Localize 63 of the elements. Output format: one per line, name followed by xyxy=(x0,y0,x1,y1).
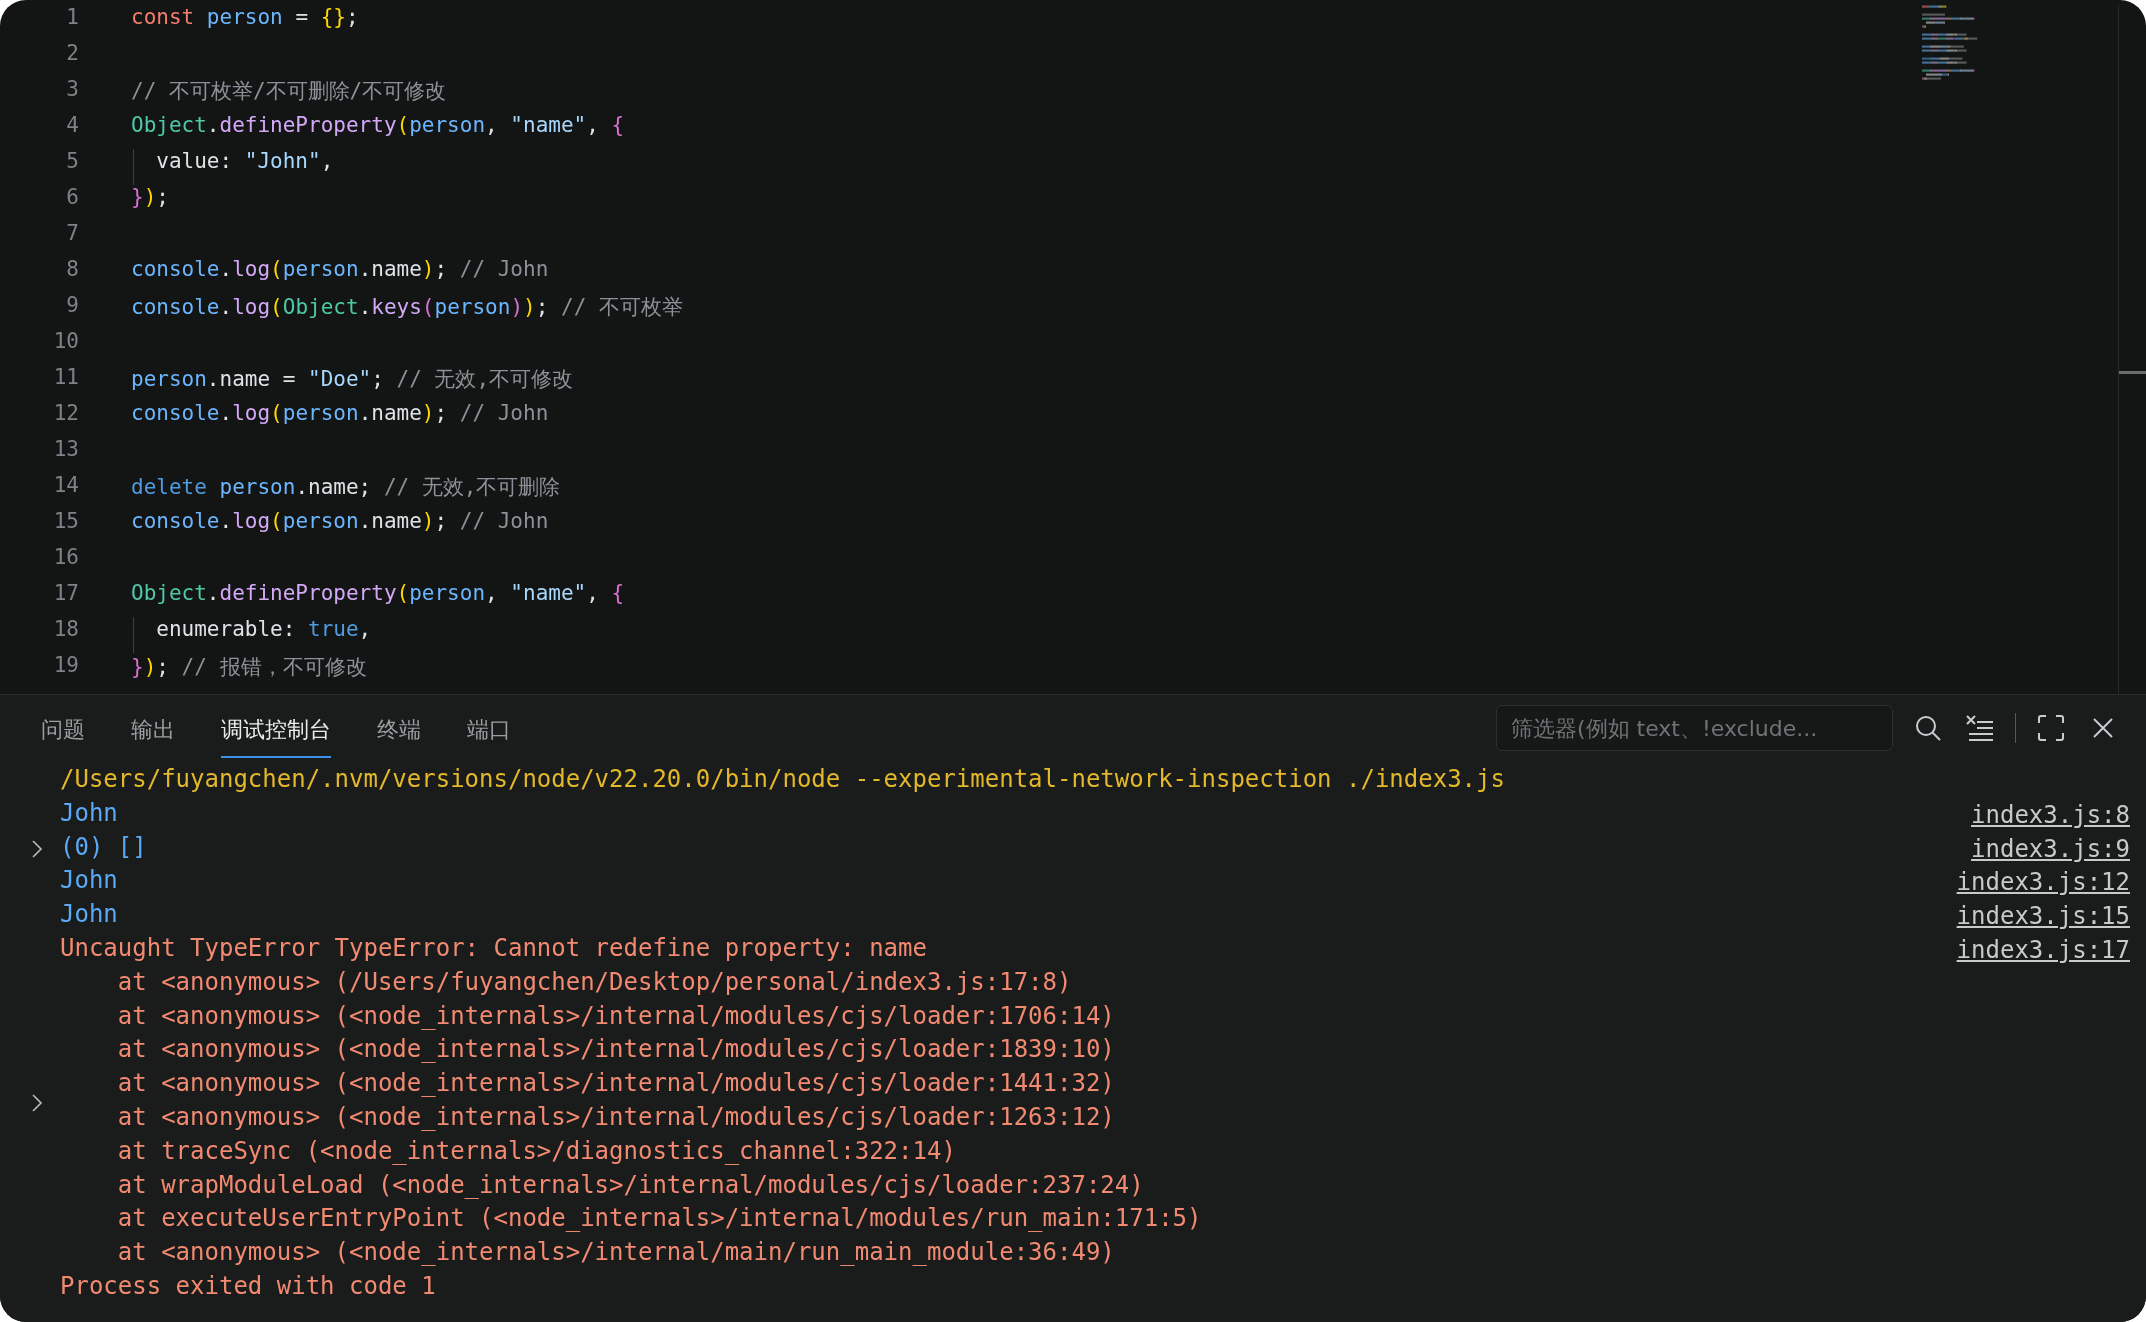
stack-trace-line: at <anonymous> (<node_internals>/internal/modules/cjs/loader:1706:14) xyxy=(116,1001,1116,1032)
code-line: }); xyxy=(131,185,169,211)
code-line: console.log(Object.keys(person)); // 不可枚举 xyxy=(131,294,683,321)
panel-tab[interactable]: 调试控制台 xyxy=(221,704,331,758)
line-number: 19 xyxy=(52,653,79,679)
line-number: 9 xyxy=(65,293,79,319)
code-line: Object.defineProperty(person, "name", { xyxy=(131,581,625,607)
code-line: console.log(person.name); // John xyxy=(131,401,549,427)
log-output: John xyxy=(60,866,118,897)
stack-trace-line: at executeUserEntryPoint (<node_internals>/internal/modules/run_main:171:5) xyxy=(116,1204,1203,1235)
line-number: 12 xyxy=(52,401,79,427)
chevron-icon[interactable] xyxy=(31,839,43,860)
code-line: }); // 报错，不可修改 xyxy=(131,654,367,681)
panel-tab[interactable]: 端口 xyxy=(467,704,511,758)
stack-trace-line: at traceSync (<node_internals>/diagnostics_channel:322:14) xyxy=(116,1136,957,1167)
line-number: 1 xyxy=(65,5,79,31)
stack-trace-line: at <anonymous> (<node_internals>/internal/main/run_main_module:36:49) xyxy=(116,1238,1116,1269)
code-line: // 不可枚举/不可删除/不可修改 xyxy=(131,78,447,105)
panel-tab[interactable]: 问题 xyxy=(41,704,85,758)
code-line: delete person.name; // 无效,不可删除 xyxy=(131,474,561,501)
line-number: 10 xyxy=(52,329,79,355)
line-number: 18 xyxy=(52,617,79,643)
log-output: John xyxy=(60,900,118,931)
exit-message: Process exited with code 1 xyxy=(60,1271,436,1302)
filter-field[interactable]: 筛选器(例如 text、!exclude... xyxy=(1496,705,1893,751)
line-number: 16 xyxy=(52,545,79,571)
log-output: (0) [] xyxy=(60,832,147,863)
stack-trace-line: at <anonymous> (<node_internals>/internal/modules/cjs/loader:1441:32) xyxy=(116,1069,1116,1100)
code-line: const person = {}; xyxy=(131,5,359,31)
line-number: 2 xyxy=(65,41,79,67)
code-line: console.log(person.name); // John xyxy=(131,509,549,535)
stack-trace-line: at <anonymous> (/Users/fuyangchen/Desktop/personal/index3.js:17:8) xyxy=(116,967,1073,998)
line-number: 17 xyxy=(52,581,79,607)
scrollbar-marker xyxy=(2119,371,2146,374)
stack-trace-line: at <anonymous> (<node_internals>/internal/modules/cjs/loader:1839:10) xyxy=(116,1035,1116,1066)
log-output: John xyxy=(60,798,118,829)
line-number: 13 xyxy=(52,437,79,463)
code-line: Object.defineProperty(person, "name", { xyxy=(131,113,625,139)
line-number: 3 xyxy=(65,77,79,103)
line-number: 4 xyxy=(65,113,79,139)
line-number: 7 xyxy=(65,221,79,247)
panel-tab[interactable]: 输出 xyxy=(131,704,175,758)
code-line: value: "John", xyxy=(133,149,334,185)
source-link[interactable]: index3.js:9 xyxy=(1971,832,2130,867)
source-link[interactable]: index3.js:17 xyxy=(1956,934,2130,968)
stack-trace-line: at wrapModuleLoad (<node_internals>/internal/modules/cjs/loader:237:24) xyxy=(116,1170,1145,1201)
line-number: 14 xyxy=(52,473,79,499)
line-number: 5 xyxy=(65,149,79,175)
source-link[interactable]: index3.js:12 xyxy=(1956,866,2130,901)
line-number: 11 xyxy=(52,365,79,391)
command-line: /Users/fuyangchen/.nvm/versions/node/v22.20.0/bin/node --experimental-network-inspection ./index3.js xyxy=(60,765,1505,795)
code-line: enumerable: true, xyxy=(133,617,372,653)
error-message: Uncaught TypeError TypeError: Cannot redefine property: name xyxy=(60,934,927,964)
panel-tab[interactable]: 终端 xyxy=(377,704,421,758)
source-link[interactable]: index3.js:8 xyxy=(1971,798,2130,833)
code-line: person.name = "Doe"; // 无效,不可修改 xyxy=(131,366,574,393)
code-line: console.log(person.name); // John xyxy=(131,257,549,283)
stack-trace-line: at <anonymous> (<node_internals>/internal/modules/cjs/loader:1263:12) xyxy=(116,1102,1116,1133)
line-number: 8 xyxy=(65,257,79,283)
chevron-icon[interactable] xyxy=(31,1092,43,1113)
line-number: 6 xyxy=(65,185,79,211)
line-number: 15 xyxy=(52,509,79,535)
source-link[interactable]: index3.js:15 xyxy=(1956,900,2130,934)
